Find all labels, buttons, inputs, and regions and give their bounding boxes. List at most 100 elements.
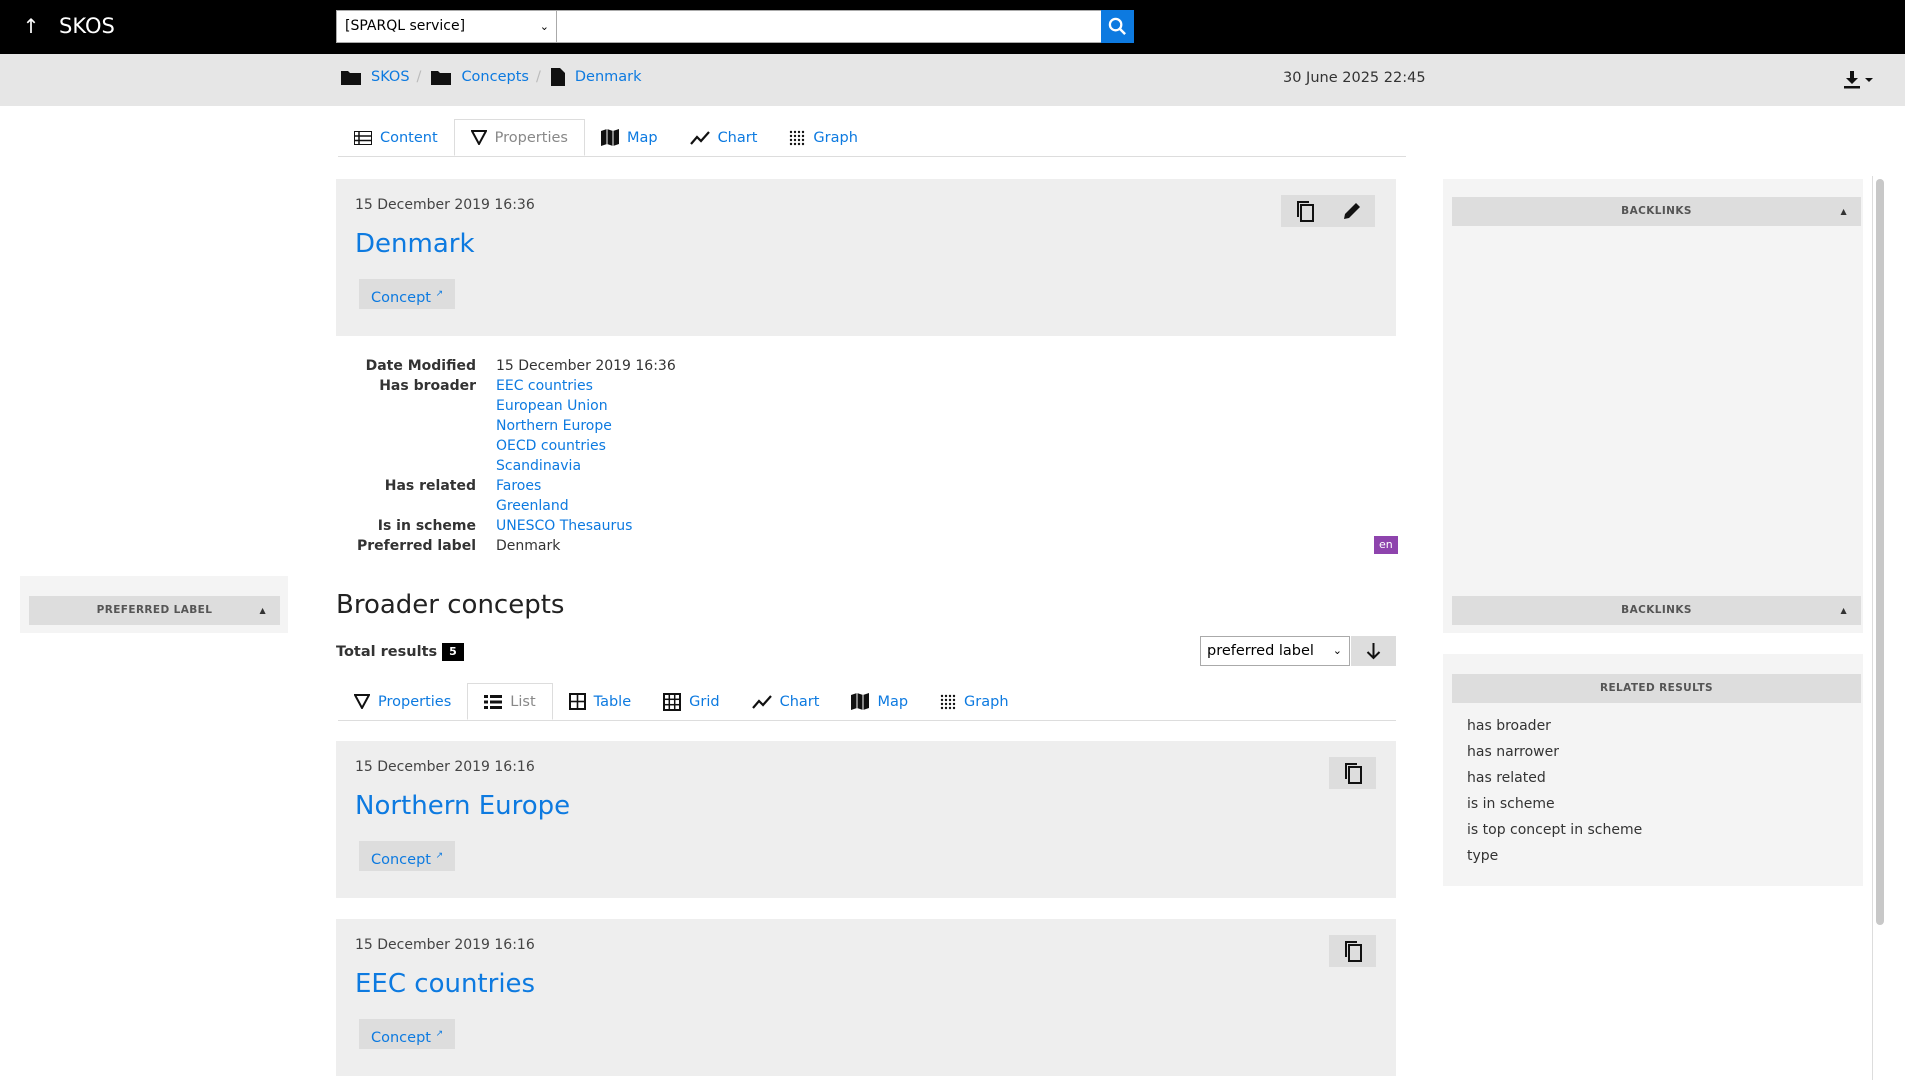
download-button[interactable] bbox=[1844, 69, 1876, 91]
backlinks-panel-header[interactable]: BACKLINKS ▲ bbox=[1452, 596, 1861, 625]
prop-link[interactable]: European Union bbox=[496, 396, 612, 416]
related-result-item[interactable]: has narrower bbox=[1467, 739, 1642, 765]
prop-label: Preferred label bbox=[356, 538, 476, 554]
graph-dots-icon bbox=[940, 694, 956, 709]
map-icon bbox=[600, 129, 619, 146]
map-icon bbox=[851, 693, 870, 710]
tab-content[interactable]: Content bbox=[338, 119, 454, 156]
filter-icon bbox=[354, 694, 370, 709]
external-link-icon: ↗ bbox=[435, 1029, 444, 1039]
concept-actions bbox=[1329, 757, 1376, 789]
top-navbar: ↑ SKOS [SPARQL service] ⌄ bbox=[0, 0, 1905, 54]
up-arrow-icon[interactable]: ↑ bbox=[22, 14, 40, 38]
breadcrumb-skos[interactable]: SKOS bbox=[371, 69, 410, 85]
tab-graph[interactable]: Graph bbox=[924, 683, 1024, 720]
edit-button[interactable] bbox=[1328, 195, 1375, 227]
copy-button[interactable] bbox=[1281, 195, 1328, 227]
tab-list[interactable]: List bbox=[467, 683, 553, 720]
download-icon bbox=[1844, 71, 1873, 89]
search-button[interactable] bbox=[1101, 10, 1134, 43]
brand-title[interactable]: SKOS bbox=[59, 11, 115, 41]
total-count-badge: 5 bbox=[442, 643, 464, 661]
preferred-label-panel-header[interactable]: PREFERRED LABEL ▲ bbox=[29, 596, 280, 625]
resource-card: 15 December 2019 16:36 Denmark Concept ↗ bbox=[336, 179, 1396, 336]
sort-direction-button[interactable] bbox=[1351, 636, 1396, 666]
grid-icon bbox=[663, 692, 682, 711]
tab-chart[interactable]: Chart bbox=[736, 683, 836, 720]
tab-grid[interactable]: Grid bbox=[647, 683, 735, 720]
section-title: Broader concepts bbox=[336, 590, 565, 620]
concept-title[interactable]: Northern Europe bbox=[355, 791, 570, 821]
tab-chart[interactable]: Chart bbox=[674, 119, 774, 156]
breadcrumb-bar: SKOS / Concepts / Denmark 30 June 2025 2… bbox=[0, 54, 1905, 106]
prop-link[interactable]: EEC countries bbox=[496, 376, 612, 396]
breadcrumb: SKOS / Concepts / Denmark bbox=[341, 68, 642, 86]
folder-icon bbox=[341, 71, 361, 85]
related-result-item[interactable]: has related bbox=[1467, 765, 1642, 791]
resource-date: 15 December 2019 16:36 bbox=[355, 197, 535, 213]
related-result-item[interactable]: is top concept in scheme bbox=[1467, 817, 1642, 843]
prop-link[interactable]: Scandinavia bbox=[496, 456, 612, 476]
related-results-list: has broader has narrower has related is … bbox=[1467, 713, 1642, 869]
breadcrumb-concepts[interactable]: Concepts bbox=[461, 69, 529, 85]
search-input[interactable] bbox=[557, 10, 1102, 43]
caret-up-icon: ▲ bbox=[1840, 207, 1847, 216]
breadcrumb-denmark[interactable]: Denmark bbox=[575, 69, 642, 85]
related-result-item[interactable]: type bbox=[1467, 843, 1642, 869]
tab-properties[interactable]: Properties bbox=[453, 119, 585, 156]
related-result-item[interactable]: has broader bbox=[1467, 713, 1642, 739]
view-tabs: Properties List Table Grid Chart Map Gra… bbox=[338, 683, 1396, 721]
concept-card: 15 December 2019 16:16 Northern Europe C… bbox=[336, 741, 1396, 898]
service-select-value: [SPARQL service] bbox=[345, 18, 466, 34]
tab-table[interactable]: Table bbox=[553, 683, 648, 720]
concept-date: 15 December 2019 16:16 bbox=[355, 759, 535, 775]
related-results-panel-header: RELATED RESULTS bbox=[1452, 674, 1861, 703]
resource-title[interactable]: Denmark bbox=[355, 229, 475, 259]
prop-label: Has related bbox=[384, 478, 476, 494]
document-icon bbox=[550, 68, 565, 86]
prop-label: Date Modified bbox=[365, 358, 476, 374]
list-icon bbox=[484, 694, 503, 709]
arrow-down-icon bbox=[1366, 643, 1381, 660]
copy-button[interactable] bbox=[1329, 935, 1376, 967]
prop-link[interactable]: Faroes bbox=[496, 476, 569, 496]
copy-icon bbox=[1344, 941, 1362, 962]
prop-link[interactable]: UNESCO Thesaurus bbox=[496, 516, 632, 536]
type-button[interactable]: Concept ↗ bbox=[359, 1019, 456, 1049]
related-result-item[interactable]: is in scheme bbox=[1467, 791, 1642, 817]
concept-date: 15 December 2019 16:16 bbox=[355, 937, 535, 953]
type-button[interactable]: Concept ↗ bbox=[359, 279, 456, 309]
external-link-icon: ↗ bbox=[435, 289, 444, 299]
backlinks-panel-header[interactable]: BACKLINKS ▲ bbox=[1452, 197, 1861, 226]
caret-up-icon: ▲ bbox=[1840, 606, 1847, 615]
prop-label: Has broader bbox=[379, 378, 476, 394]
mode-tabs: Content Properties Map Chart Graph bbox=[338, 119, 1406, 157]
total-results: Total results 5 bbox=[336, 643, 464, 661]
prop-link[interactable]: OECD countries bbox=[496, 436, 612, 456]
prop-link[interactable]: Greenland bbox=[496, 496, 569, 516]
sort-select[interactable]: preferred label ⌄ bbox=[1200, 636, 1350, 666]
backlinks-panel-top bbox=[1443, 179, 1863, 608]
tab-map[interactable]: Map bbox=[835, 683, 924, 720]
service-select[interactable]: [SPARQL service] ⌄ bbox=[336, 10, 557, 43]
line-chart-icon bbox=[751, 694, 772, 709]
search-icon bbox=[1108, 17, 1126, 35]
folder-icon bbox=[431, 71, 452, 85]
timestamp: 30 June 2025 22:45 bbox=[1283, 70, 1426, 86]
tab-map[interactable]: Map bbox=[585, 119, 674, 156]
type-button[interactable]: Concept ↗ bbox=[359, 841, 456, 871]
concept-actions bbox=[1329, 935, 1376, 967]
properties-list: Date Modified 15 December 2019 16:36 Has… bbox=[336, 356, 1396, 556]
chevron-down-icon: ⌄ bbox=[539, 20, 549, 33]
tab-graph[interactable]: Graph bbox=[773, 119, 873, 156]
prop-link[interactable]: Northern Europe bbox=[496, 416, 612, 436]
concept-title[interactable]: EEC countries bbox=[355, 969, 535, 999]
scrollbar-thumb[interactable] bbox=[1876, 179, 1884, 925]
copy-icon bbox=[1344, 763, 1362, 784]
chevron-down-icon: ⌄ bbox=[1332, 644, 1342, 657]
prop-value: Denmark bbox=[496, 538, 561, 554]
line-chart-icon bbox=[689, 130, 710, 145]
copy-button[interactable] bbox=[1329, 757, 1376, 789]
resource-actions bbox=[1281, 195, 1375, 227]
tab-properties[interactable]: Properties bbox=[338, 683, 467, 720]
